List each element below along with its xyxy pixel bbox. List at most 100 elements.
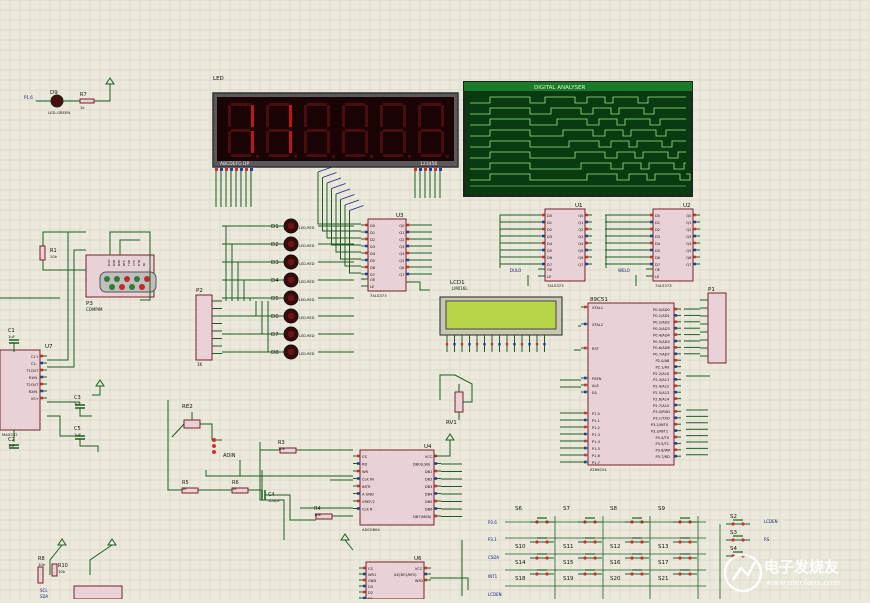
p1-ref: P1 [708, 287, 715, 293]
pin-dot [215, 168, 218, 171]
segment [228, 105, 231, 127]
pin-dot [674, 403, 678, 407]
pin-dot [585, 227, 589, 231]
wire [171, 423, 185, 438]
pin-label: Q5 [399, 259, 404, 263]
led-d5: D5 LED-RED [222, 290, 354, 306]
pin-dot [434, 499, 438, 503]
pin-label: D2 [370, 238, 375, 242]
switch-contact [640, 540, 644, 544]
pin-dot [585, 220, 589, 224]
pin-dot [674, 422, 678, 426]
display-segment-caption: ABCDEFG DP [220, 161, 250, 167]
probe-dot [212, 438, 216, 442]
wire [92, 386, 101, 396]
pin-dot [445, 343, 449, 346]
segment [342, 105, 345, 127]
p3-pin-label: RI [142, 263, 146, 266]
switch-s12[interactable] [625, 537, 649, 544]
r6-value: 1k [232, 486, 237, 491]
switch-top-515[interactable] [530, 517, 554, 524]
pin-label: VCC [415, 567, 423, 571]
led-lens [287, 240, 295, 248]
pin-dot [650, 227, 653, 231]
switch-s15-ref: S15 [563, 560, 574, 566]
pin-dot [650, 213, 653, 217]
db9-pin [144, 276, 150, 282]
pin-label: D0 [655, 214, 661, 218]
switch-s10[interactable] [530, 537, 554, 544]
switch-top-610[interactable] [625, 517, 649, 524]
pin-label: P0.6/AD6 [653, 346, 670, 350]
pin-dot [584, 432, 587, 436]
segment [418, 131, 421, 153]
pin-dot [674, 378, 678, 381]
pin-dot [365, 272, 368, 276]
pin-dot [584, 390, 587, 394]
pin-dot [434, 492, 438, 495]
pin-dot [542, 234, 545, 238]
pin-dot [483, 343, 486, 346]
display-digit-caption: 123456 [420, 161, 437, 167]
segment-dp [446, 155, 449, 158]
net-label-dulo: DULO [510, 268, 521, 273]
pin-label: D0 [547, 214, 553, 218]
switch-s16[interactable] [625, 553, 649, 560]
pin-dot [453, 343, 456, 346]
wire [94, 84, 111, 102]
pin-dot [406, 272, 410, 276]
pin-dot [240, 168, 243, 171]
pin-label: Q1 [578, 221, 583, 225]
switch-s18[interactable] [530, 569, 554, 576]
pin-dot [650, 248, 653, 252]
u6-dac: U6CSWR1GNDD3D2D1VCCILE(BY1/BY2)WR2 [359, 556, 431, 601]
pin-dot [429, 168, 432, 171]
pin-label: Q2 [399, 238, 404, 242]
p3-pin-label: DSR [112, 260, 116, 266]
net-label-int1: INT1 [488, 574, 498, 579]
switch-contact [583, 540, 587, 544]
switch-contact [640, 556, 644, 560]
led-part: LED-RED [299, 334, 315, 338]
pin-label: A GND [362, 492, 374, 496]
led-part: LED-RED [299, 262, 315, 266]
switch-s17[interactable] [673, 553, 697, 560]
switch-s20[interactable] [625, 569, 649, 576]
u3-latch-ref: U3 [396, 213, 404, 219]
switch-s7: S7 [563, 506, 570, 512]
led-ref: D7 [271, 332, 279, 338]
pin-dot [543, 343, 546, 346]
switch-contact [678, 556, 682, 560]
pin-label: Q7 [399, 273, 404, 277]
r7-body [79, 98, 95, 104]
switch-top-658[interactable] [673, 517, 697, 524]
pin-dot [414, 168, 417, 171]
db9-pin [119, 284, 125, 290]
switch-s2[interactable] [726, 519, 750, 526]
pin-label: R2IN [29, 390, 38, 394]
segment [383, 103, 403, 106]
switch-s14[interactable] [530, 553, 554, 560]
pot-rv1: RV1 [439, 374, 473, 426]
pin-dot [475, 343, 479, 346]
pin-dot [406, 265, 410, 269]
led-d8: D8 LED-RED [222, 344, 354, 360]
pin-label: D6 [370, 266, 376, 270]
switch-s12-ref: S12 [610, 544, 621, 550]
wire [200, 423, 222, 441]
switch-contact [630, 572, 634, 576]
switch-s21[interactable] [673, 569, 697, 576]
pin-dot [584, 425, 587, 429]
segment [269, 154, 289, 157]
pin-dot [584, 446, 587, 450]
pin-label: D5 [655, 249, 660, 253]
pin-dot [363, 578, 366, 582]
pin-dot [424, 566, 428, 570]
pin-label: D0 [370, 224, 376, 228]
led-lens [287, 276, 295, 284]
pin-dot [424, 168, 427, 171]
pin-dot [693, 241, 697, 245]
switch-s3[interactable] [726, 535, 750, 542]
switch-s13[interactable] [673, 537, 697, 544]
led-lens [287, 330, 295, 338]
